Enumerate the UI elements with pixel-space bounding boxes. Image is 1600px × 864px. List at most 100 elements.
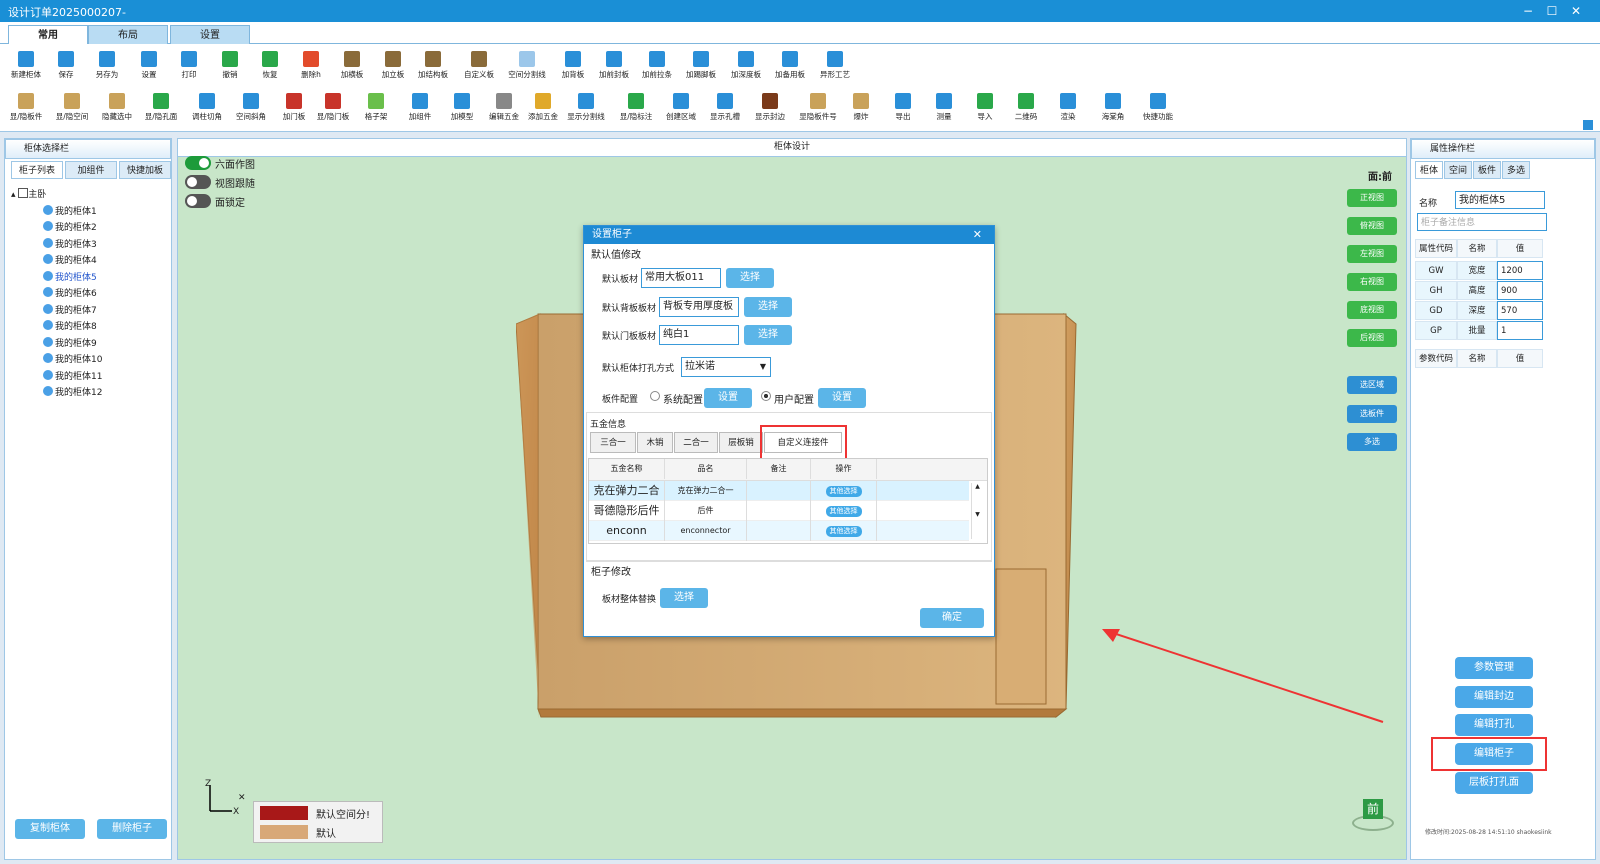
toolbar-button-custom-board[interactable]: 自定义板 bbox=[458, 48, 500, 86]
tree-item[interactable]: 我的柜体7 bbox=[11, 303, 102, 320]
tab-multi[interactable]: 多选 bbox=[1502, 161, 1530, 179]
toolbar-button-create-area[interactable]: 创建区域 bbox=[660, 90, 702, 128]
default-door-board-input[interactable]: 纯白1 bbox=[659, 325, 739, 345]
toolbar-button-add-component[interactable]: 加组件 bbox=[399, 90, 441, 128]
drill-method-select[interactable]: 拉米诺 ▼ bbox=[681, 357, 771, 377]
toolbar-button-space-bevel[interactable]: 空间斜角 bbox=[230, 90, 272, 128]
view-cube[interactable]: 前 bbox=[1352, 799, 1394, 833]
right-action-button[interactable]: 参数管理 bbox=[1455, 657, 1533, 679]
tab-cabinet-list[interactable]: 柜子列表 bbox=[11, 161, 63, 179]
grid-icon[interactable] bbox=[1583, 120, 1593, 130]
toolbar-button-toggle-annotation[interactable]: 显/隐标注 bbox=[615, 90, 657, 128]
toolbar-button-save[interactable]: 保存 bbox=[45, 48, 87, 86]
table-row[interactable]: enconn enconnector 其他选择 bbox=[589, 521, 969, 541]
view-button[interactable]: 俯视图 bbox=[1347, 217, 1397, 235]
hw-tab-two-in-one[interactable]: 二合一 bbox=[674, 432, 718, 453]
toolbar-button-column-cut[interactable]: 调柱切角 bbox=[186, 90, 228, 128]
view-button[interactable]: 后视图 bbox=[1347, 329, 1397, 347]
toolbar-button-explode[interactable]: 爆炸 bbox=[840, 90, 882, 128]
tree-item[interactable]: 我的柜体8 bbox=[11, 319, 102, 336]
toolbar-button-show-hole[interactable]: 显示孔槽 bbox=[704, 90, 746, 128]
select-mode-button[interactable]: 选区域 bbox=[1347, 376, 1397, 394]
copy-cabinet-button[interactable]: 复制柜体 bbox=[15, 819, 85, 839]
other-select-button[interactable]: 其他选择 bbox=[825, 506, 862, 517]
toolbar-button-import[interactable]: 导入 bbox=[964, 90, 1006, 128]
toolbar-button-add-vertical-board[interactable]: 加立板 bbox=[372, 48, 414, 86]
prop-value-input[interactable]: 1200 bbox=[1497, 261, 1543, 280]
default-back-board-select-button[interactable]: 选择 bbox=[744, 297, 792, 317]
tree-item[interactable]: 我的柜体5 bbox=[11, 270, 102, 287]
toolbar-button-add-depth-board[interactable]: 加深度板 bbox=[725, 48, 767, 86]
tree-item[interactable]: 我的柜体10 bbox=[11, 352, 102, 369]
prop-value-input[interactable]: 900 bbox=[1497, 281, 1543, 300]
select-mode-button[interactable]: 选板件 bbox=[1347, 405, 1397, 423]
default-board-select-button[interactable]: 选择 bbox=[726, 268, 774, 288]
toolbar-button-shortcut[interactable]: 快捷功能 bbox=[1137, 90, 1179, 128]
tab-cabinet[interactable]: 柜体 bbox=[1415, 161, 1443, 179]
tree-item[interactable]: 我的柜体1 bbox=[11, 204, 102, 221]
toolbar-button-add-structure-board[interactable]: 加结构板 bbox=[412, 48, 454, 86]
toolbar-button-add-front-strip[interactable]: 加前拉条 bbox=[636, 48, 678, 86]
hw-tab-wood-pin[interactable]: 木销 bbox=[637, 432, 673, 453]
tree-item[interactable]: 我的柜体9 bbox=[11, 336, 102, 353]
tab-add-component[interactable]: 加组件 bbox=[65, 161, 117, 179]
delete-cabinet-button[interactable]: 删除柜子 bbox=[97, 819, 167, 839]
cabinet-name-input[interactable]: 我的柜体5 bbox=[1455, 191, 1545, 209]
prop-value-input[interactable]: 1 bbox=[1497, 321, 1543, 340]
design-canvas[interactable]: 柜体设计 六面作图 视图跟随 面锁定 面:前 设置柜子 ✕ 默认值修改 默认板材… bbox=[177, 138, 1407, 860]
hardware-scrollbar[interactable]: ▲ ▼ bbox=[971, 483, 983, 539]
tab-layout[interactable]: 布局 bbox=[88, 25, 168, 44]
tree-item[interactable]: 我的柜体4 bbox=[11, 253, 102, 270]
tree-root[interactable]: ▴ 主卧 bbox=[11, 187, 102, 204]
view-button[interactable]: 正视图 bbox=[1347, 189, 1397, 207]
right-action-button[interactable]: 层板打孔面 bbox=[1455, 772, 1533, 794]
toolbar-button-add-front-seal[interactable]: 加前封板 bbox=[593, 48, 635, 86]
toolbar-button-begonia-corner[interactable]: 海棠角 bbox=[1092, 90, 1134, 128]
maximize-button[interactable]: ☐ bbox=[1542, 2, 1562, 20]
toolbar-button-irregular-process[interactable]: 异形工艺 bbox=[814, 48, 856, 86]
other-select-button[interactable]: 其他选择 bbox=[825, 486, 862, 497]
toolbar-button-redo[interactable]: 恢复 bbox=[249, 48, 291, 86]
default-board-input[interactable]: 常用大板011 bbox=[641, 268, 721, 288]
toolbar-button-undo[interactable]: 撤销 bbox=[209, 48, 251, 86]
tree-item[interactable]: 我的柜体6 bbox=[11, 286, 102, 303]
toolbar-button-show-split-line[interactable]: 显示分割线 bbox=[565, 90, 607, 128]
toolbar-button-add-skirting[interactable]: 加踢脚板 bbox=[680, 48, 722, 86]
toolbar-button-add-spare-board[interactable]: 加备用板 bbox=[769, 48, 811, 86]
view-cube-front[interactable]: 前 bbox=[1363, 799, 1383, 819]
user-config-set-button[interactable]: 设置 bbox=[818, 388, 866, 408]
replace-board-select-button[interactable]: 选择 bbox=[660, 588, 708, 608]
toolbar-button-edit-hardware[interactable]: 编辑五金 bbox=[483, 90, 525, 128]
hw-tab-shelf-pin[interactable]: 层板销 bbox=[719, 432, 763, 453]
six-face-toggle[interactable] bbox=[185, 156, 211, 170]
view-button[interactable]: 右视图 bbox=[1347, 273, 1397, 291]
tab-quick-board[interactable]: 快捷加板 bbox=[119, 161, 171, 179]
toolbar-button-print[interactable]: 打印 bbox=[168, 48, 210, 86]
toolbar-button-add-door[interactable]: 加门板 bbox=[273, 90, 315, 128]
toolbar-button-grid-rack[interactable]: 格子架 bbox=[355, 90, 397, 128]
view-button[interactable]: 左视图 bbox=[1347, 245, 1397, 263]
toolbar-button-show-edge[interactable]: 显示封边 bbox=[749, 90, 791, 128]
tab-common[interactable]: 常用 bbox=[8, 25, 88, 44]
toolbar-button-add-model[interactable]: 加模型 bbox=[441, 90, 483, 128]
minimize-button[interactable]: − bbox=[1518, 2, 1538, 20]
tab-settings[interactable]: 设置 bbox=[170, 25, 250, 44]
toolbar-button-add-horizontal-board[interactable]: 加横板 bbox=[331, 48, 373, 86]
toolbar-button-toggle-space[interactable]: 显/隐空间 bbox=[51, 90, 93, 128]
other-select-button[interactable]: 其他选择 bbox=[825, 526, 862, 537]
toolbar-button-new-cabinet[interactable]: 新建柜体 bbox=[5, 48, 47, 86]
tab-space[interactable]: 空间 bbox=[1444, 161, 1472, 179]
toolbar-button-toggle-board[interactable]: 显/隐板件 bbox=[5, 90, 47, 128]
system-config-radio[interactable] bbox=[650, 391, 660, 401]
tree-item[interactable]: 我的柜体2 bbox=[11, 220, 102, 237]
close-window-button[interactable]: ✕ bbox=[1566, 2, 1586, 20]
default-back-board-input[interactable]: 背板专用厚度板 bbox=[659, 297, 739, 317]
face-lock-toggle[interactable] bbox=[185, 194, 211, 208]
view-follow-toggle[interactable] bbox=[185, 175, 211, 189]
toolbar-button-add-back-board[interactable]: 加背板 bbox=[552, 48, 594, 86]
toolbar-button-toggle-hole-face[interactable]: 显/隐孔面 bbox=[140, 90, 182, 128]
toolbar-button-delete[interactable]: 删除h bbox=[290, 48, 332, 86]
tree-item[interactable]: 我的柜体11 bbox=[11, 369, 102, 386]
user-config-radio[interactable] bbox=[761, 391, 771, 401]
prop-value-input[interactable]: 570 bbox=[1497, 301, 1543, 320]
